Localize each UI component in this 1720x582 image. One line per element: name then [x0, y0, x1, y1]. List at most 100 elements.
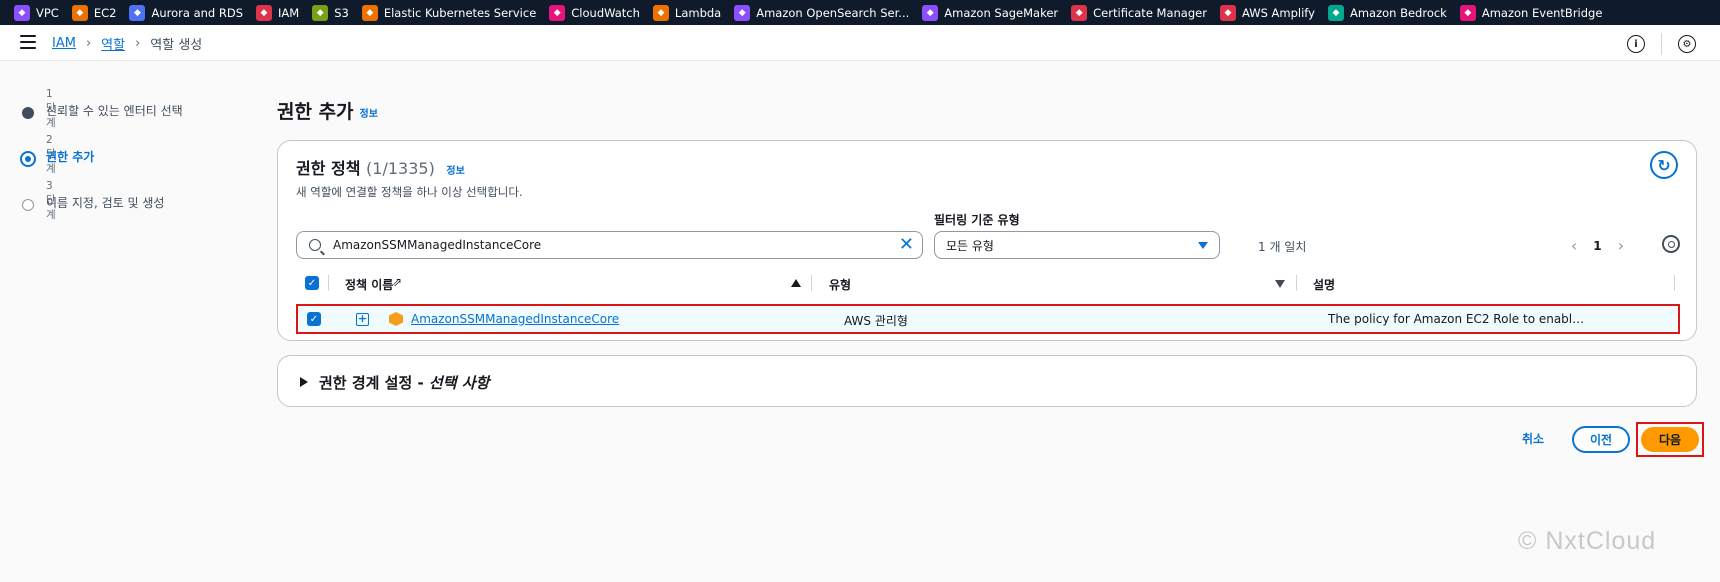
page-title-text: 권한 추가 — [277, 101, 354, 123]
favorite-label: Aurora and RDS — [151, 5, 244, 20]
menu-icon[interactable] — [20, 35, 36, 49]
row-checkbox[interactable]: ✓ — [307, 312, 321, 326]
policy-description: The policy for Amazon EC2 Role to enabl… — [1328, 312, 1585, 326]
favorite-label: VPC — [36, 5, 59, 20]
sort-descending-icon[interactable] — [1275, 280, 1285, 288]
favorite-eks[interactable]: ◆ Elastic Kubernetes Service — [361, 4, 537, 21]
favorite-label: IAM — [278, 5, 300, 20]
settings-icon[interactable]: ⚙ — [1678, 35, 1696, 53]
match-count: 1 개 일치 — [1258, 240, 1307, 254]
expand-icon[interactable]: + — [356, 313, 369, 326]
sagemaker-icon: ◆ — [922, 4, 939, 21]
info-link[interactable]: 정보 — [446, 166, 464, 177]
info-link[interactable]: 정보 — [360, 109, 378, 120]
step-done-icon — [22, 107, 34, 119]
filter-type-select[interactable]: 모든 유형 — [934, 231, 1220, 259]
favorite-ec2[interactable]: ◆ EC2 — [71, 4, 116, 21]
favorite-amplify[interactable]: ◆ AWS Amplify — [1219, 4, 1315, 21]
favorite-label: CloudWatch — [571, 5, 640, 20]
boundary-title-text: 권한 경계 설정 - — [319, 374, 429, 392]
favorite-label: Lambda — [674, 5, 722, 20]
chevron-right-icon: › — [135, 36, 141, 51]
favorite-eventbridge[interactable]: ◆ Amazon EventBridge — [1459, 4, 1603, 21]
opensearch-icon: ◆ — [734, 4, 751, 21]
previous-button[interactable]: 이전 — [1572, 426, 1630, 453]
lambda-icon: ◆ — [652, 4, 669, 21]
step-label: 신뢰할 수 있는 엔터티 선택 — [46, 104, 183, 118]
chevron-right-icon: › — [85, 36, 92, 51]
policy-name-link[interactable]: AmazonSSMManagedInstanceCore — [411, 312, 619, 326]
favorite-bedrock[interactable]: ◆ Amazon Bedrock — [1327, 4, 1447, 21]
table-header: ✓ 정책 이름 ⇗ 유형 설명 — [296, 269, 1680, 297]
cloudwatch-icon: ◆ — [549, 4, 566, 21]
select-all-checkbox[interactable]: ✓ — [305, 276, 319, 290]
favorite-label: Amazon Bedrock — [1349, 5, 1447, 20]
favorites-bar: ◆ VPC ◆ EC2 ◆ Aurora and RDS ◆ IAM ◆ S3 ◆ Elastic K… — [0, 0, 1720, 25]
favorite-label: Amazon EventBridge — [1481, 5, 1603, 20]
column-divider — [1674, 275, 1675, 291]
favorite-s3[interactable]: ◆ S3 — [312, 4, 349, 21]
certificate-icon: ◆ — [1071, 4, 1088, 21]
breadcrumb-roles[interactable]: 역할 — [101, 34, 125, 53]
permission-policies-panel: 권한 정책 (1/1335) 정보 새 역할에 연결할 정책을 하나 이상 선택… — [277, 140, 1697, 341]
iam-icon: ◆ — [256, 4, 273, 21]
cancel-button[interactable]: 취소 — [1522, 430, 1544, 447]
next-button[interactable]: 다음 — [1641, 427, 1699, 452]
boundary-title: 권한 경계 설정 - 선택 사항 — [319, 372, 489, 393]
step-active-icon — [20, 151, 36, 167]
next-button-highlight: 다음 — [1636, 422, 1704, 457]
breadcrumb: IAM › 역할 › 역할 생성 — [52, 34, 202, 53]
favorite-certificate[interactable]: ◆ Certificate Manager — [1071, 4, 1207, 21]
breadcrumb-iam[interactable]: IAM — [52, 36, 76, 51]
favorite-cloudwatch[interactable]: ◆ CloudWatch — [549, 4, 640, 21]
search-icon — [309, 239, 321, 251]
search-input[interactable]: AmazonSSMManagedInstanceCore ✕ — [296, 231, 923, 259]
column-header-policy-name[interactable]: 정책 이름 — [345, 276, 393, 293]
sort-ascending-icon[interactable] — [791, 279, 801, 287]
chevron-right-icon[interactable]: › — [1618, 236, 1624, 255]
rds-icon: ◆ — [129, 4, 146, 21]
column-divider — [328, 275, 329, 291]
info-icon[interactable]: i — [1627, 35, 1645, 53]
step-pending-icon — [22, 199, 34, 211]
column-header-description: 설명 — [1313, 278, 1336, 292]
filter-type-label: 필터링 기준 유형 — [934, 213, 1020, 227]
permissions-boundary-section[interactable]: 권한 경계 설정 - 선택 사항 — [277, 355, 1697, 407]
aws-managed-policy-icon — [389, 312, 403, 326]
chevron-left-icon[interactable]: ‹ — [1571, 236, 1577, 255]
panel-title: 권한 정책 (1/1335) 정보 — [296, 155, 465, 179]
vpc-icon: ◆ — [14, 4, 30, 21]
step-label: 권한 추가 — [46, 150, 95, 164]
panel-description: 새 역할에 연결할 정책을 하나 이상 선택합니다. — [296, 185, 523, 199]
table-row[interactable]: ✓ + AmazonSSMManagedInstanceCore AWS 관리형… — [296, 304, 1680, 334]
page-number[interactable]: 1 — [1593, 239, 1601, 253]
column-header-type[interactable]: 유형 — [829, 276, 851, 293]
favorite-rds[interactable]: ◆ Aurora and RDS — [129, 4, 244, 21]
favorite-label: Amazon OpenSearch Ser... — [756, 5, 910, 20]
s3-icon: ◆ — [312, 4, 329, 21]
refresh-icon[interactable]: ↻ — [1650, 151, 1678, 179]
ec2-icon: ◆ — [71, 4, 88, 21]
boundary-optional: 선택 사항 — [428, 374, 490, 392]
external-link-icon: ⇗ — [392, 275, 403, 289]
clear-icon[interactable]: ✕ — [899, 235, 914, 255]
filter-type-value: 모든 유형 — [946, 238, 994, 253]
amplify-icon: ◆ — [1219, 4, 1236, 21]
divider — [1661, 33, 1662, 55]
favorite-lambda[interactable]: ◆ Lambda — [652, 4, 722, 21]
column-divider — [811, 275, 812, 291]
favorite-iam[interactable]: ◆ IAM — [256, 4, 300, 21]
pagination: ‹ 1 › — [1571, 236, 1624, 255]
favorite-vpc[interactable]: ◆ VPC — [14, 4, 59, 21]
favorite-sagemaker[interactable]: ◆ Amazon SageMaker — [922, 4, 1059, 21]
favorite-label: Elastic Kubernetes Service — [383, 5, 537, 20]
eventbridge-icon: ◆ — [1459, 4, 1476, 21]
favorite-label: Certificate Manager — [1093, 5, 1207, 20]
bedrock-icon: ◆ — [1327, 4, 1344, 21]
table-settings-icon[interactable] — [1662, 235, 1680, 253]
panel-title-text: 권한 정책 — [296, 159, 361, 178]
favorite-label: Amazon SageMaker — [944, 5, 1059, 20]
page-title: 권한 추가 정보 — [277, 97, 378, 124]
favorite-opensearch[interactable]: ◆ Amazon OpenSearch Ser... — [734, 4, 910, 21]
column-divider — [1296, 275, 1297, 291]
